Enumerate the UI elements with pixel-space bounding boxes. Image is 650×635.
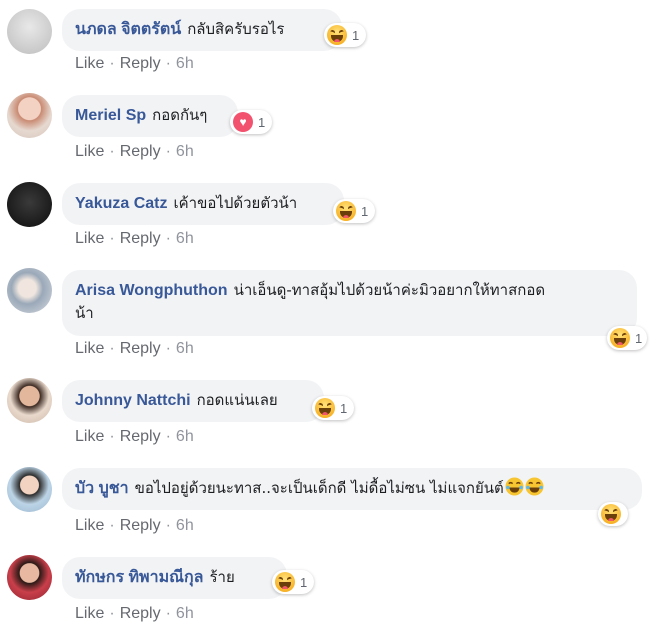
comment-author[interactable]: บัว บูชา (75, 480, 129, 497)
comment-author[interactable]: Meriel Sp (75, 107, 146, 124)
reaction-badge[interactable]: 1 (272, 570, 315, 594)
like-link[interactable]: Like (75, 428, 104, 445)
like-link[interactable]: Like (75, 605, 104, 622)
comment-bubble: Arisa Wongphuthon น่าเอ็นดู-ทาสอุ้มไปด้วย… (62, 270, 637, 336)
comment-actions: Like · Reply · 6h (75, 55, 194, 72)
like-link[interactable]: Like (75, 340, 104, 357)
comment-actions: Like · Reply · 6h (75, 428, 194, 445)
comment-time[interactable]: 6h (176, 517, 194, 534)
reaction-badge[interactable]: 1 (312, 396, 355, 420)
comment-time[interactable]: 6h (176, 143, 194, 160)
comment-bubble: นภดล จิตตรัตน์ กลับสิครับรอไร (62, 9, 342, 51)
avatar[interactable] (7, 9, 52, 54)
comment-text: ขอไปอยู่ด้วยนะทาส..จะเป็นเด็กดี ไม่ดื้อไ… (134, 479, 504, 497)
comment-actions: Like · Reply · 6h (75, 340, 194, 357)
avatar[interactable] (7, 182, 52, 227)
like-link[interactable]: Like (75, 143, 104, 160)
comment-bubble: บัว บูชา ขอไปอยู่ด้วยนะทาส..จะเป็นเด็กดี … (62, 468, 642, 510)
reaction-count: 1 (635, 330, 643, 346)
haha-icon (336, 201, 356, 221)
comment-bubble: Johnny Nattchi กอดแน่นเลย (62, 380, 324, 422)
comment-time[interactable]: 6h (176, 55, 194, 72)
reply-link[interactable]: Reply (120, 143, 161, 160)
laugh-tears-emoji-icon (525, 477, 544, 496)
comment-author[interactable]: ทักษกร ทิพามณีกุล (75, 569, 203, 586)
comment-actions: Like · Reply · 6h (75, 143, 194, 160)
reply-link[interactable]: Reply (120, 340, 161, 357)
comment-author[interactable]: Johnny Nattchi (75, 392, 191, 409)
like-link[interactable]: Like (75, 55, 104, 72)
reaction-count: 1 (352, 27, 360, 43)
comment-author[interactable]: Arisa Wongphuthon (75, 282, 228, 299)
comment-text: น่าเอ็นดู-ทาสอุ้มไปด้วยน้าค่ะมิวอยากให้ท… (233, 281, 546, 299)
reply-link[interactable]: Reply (120, 428, 161, 445)
comment-bubble: ทักษกร ทิพามณีกุล ร้าย (62, 557, 287, 599)
comment-author[interactable]: Yakuza Catz (75, 195, 167, 212)
avatar[interactable] (7, 378, 52, 423)
reaction-count: 1 (300, 574, 308, 590)
comment-bubble: Meriel Sp กอดกันๆ (62, 95, 238, 137)
reaction-badge[interactable]: 1 (324, 23, 367, 47)
reaction-badge[interactable] (598, 502, 628, 526)
comment-text: เค้าขอไปด้วยตัวน้า (173, 194, 298, 212)
comment-actions: Like · Reply · 6h (75, 517, 194, 534)
haha-icon (610, 328, 630, 348)
comment-text: กลับสิครับรอไร (187, 20, 285, 38)
comment-time[interactable]: 6h (176, 428, 194, 445)
reaction-badge[interactable]: 1 (607, 326, 648, 350)
comment-time[interactable]: 6h (176, 605, 194, 622)
avatar[interactable] (7, 268, 52, 313)
like-link[interactable]: Like (75, 230, 104, 247)
comment-author[interactable]: นภดล จิตตรัตน์ (75, 21, 181, 38)
reaction-badge[interactable]: 1 (333, 199, 376, 223)
reaction-count: 1 (258, 114, 266, 130)
comment-text-continued: น้า (75, 304, 94, 322)
laugh-tears-emoji-icon (505, 477, 524, 496)
comment-actions: Like · Reply · 6h (75, 605, 194, 622)
reply-link[interactable]: Reply (120, 55, 161, 72)
comment-text: กอดแน่นเลย (196, 391, 278, 409)
haha-icon (601, 504, 621, 524)
comment-text: ร้าย (209, 568, 235, 586)
comment-actions: Like · Reply · 6h (75, 230, 194, 247)
comment-bubble: Yakuza Catz เค้าขอไปด้วยตัวน้า (62, 183, 344, 225)
comment-time[interactable]: 6h (176, 230, 194, 247)
avatar[interactable] (7, 467, 52, 512)
comment-text: กอดกันๆ (152, 106, 208, 124)
reply-link[interactable]: Reply (120, 605, 161, 622)
reply-link[interactable]: Reply (120, 230, 161, 247)
reaction-count: 1 (361, 203, 369, 219)
reaction-count: 1 (340, 400, 348, 416)
like-link[interactable]: Like (75, 517, 104, 534)
reaction-badge[interactable]: ♥ 1 (230, 110, 273, 134)
avatar[interactable] (7, 555, 52, 600)
haha-icon (275, 572, 295, 592)
reply-link[interactable]: Reply (120, 517, 161, 534)
avatar[interactable] (7, 93, 52, 138)
haha-icon (327, 25, 347, 45)
heart-icon: ♥ (233, 112, 253, 132)
haha-icon (315, 398, 335, 418)
comment-time[interactable]: 6h (176, 340, 194, 357)
